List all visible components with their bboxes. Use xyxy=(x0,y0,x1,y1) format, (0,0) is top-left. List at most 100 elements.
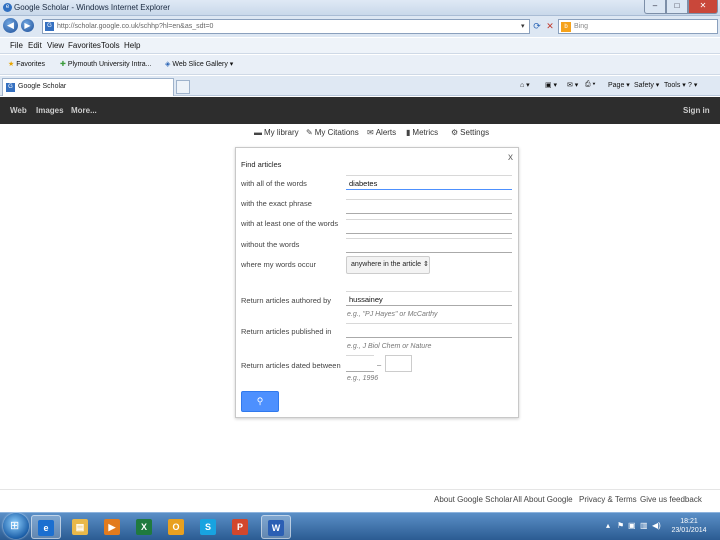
system-clock[interactable]: 18:21 23/01/2014 xyxy=(664,517,714,535)
select-arrows-icon: ⇕ xyxy=(423,261,429,268)
taskbar-word[interactable]: W xyxy=(261,515,291,539)
all-words-input[interactable]: diabetes xyxy=(346,175,512,190)
new-tab-button[interactable] xyxy=(176,80,190,94)
taskbar-excel[interactable]: X xyxy=(129,515,159,539)
without-words-label: without the words xyxy=(241,240,300,249)
exact-phrase-input[interactable] xyxy=(346,199,512,214)
nav-alerts[interactable]: ✉ Alerts xyxy=(367,128,396,137)
footer-about-scholar[interactable]: About Google Scholar xyxy=(434,495,512,504)
author-input[interactable]: hussainey xyxy=(346,291,512,306)
taskbar-media-player[interactable]: ▶ xyxy=(97,515,127,539)
taskbar-outlook[interactable]: O xyxy=(161,515,191,539)
close-icon[interactable]: x xyxy=(508,152,513,163)
google-bar: Web Images More... Sign in xyxy=(0,97,720,124)
footer-privacy-terms[interactable]: Privacy & Terms xyxy=(579,495,637,504)
tab-page-icon: G xyxy=(6,83,15,92)
nav-my-library[interactable]: ▬ My library xyxy=(254,128,299,137)
taskbar-file-explorer[interactable]: ▤ xyxy=(65,515,95,539)
all-words-value: diabetes xyxy=(349,179,378,188)
favorites-label: Favorites xyxy=(16,61,46,68)
nav-my-citations[interactable]: ✎ My Citations xyxy=(306,128,359,137)
windows-logo-icon: ⊞ xyxy=(10,520,20,532)
menu-edit[interactable]: Edit xyxy=(28,41,42,50)
nav-label: Settings xyxy=(460,128,490,137)
at-least-one-input[interactable] xyxy=(346,219,512,234)
taskbar-powerpoint[interactable]: P xyxy=(225,515,255,539)
search-placeholder: Bing xyxy=(574,23,589,30)
skype-icon: S xyxy=(200,519,216,535)
refresh-icon[interactable]: ⟳ xyxy=(530,19,544,34)
stop-icon[interactable]: ✕ xyxy=(543,19,557,34)
date-dash: – xyxy=(377,360,382,369)
mail-icon[interactable]: ✉ ▾ xyxy=(567,81,578,89)
excel-icon: X xyxy=(136,519,152,535)
feeds-icon[interactable]: ▣ ▾ xyxy=(545,81,557,89)
url-text: http://scholar.google.co.uk/schhp?hl=en&… xyxy=(57,23,214,30)
search-button[interactable]: ⚲ xyxy=(241,391,279,412)
gear-icon: ⚙ xyxy=(451,128,459,137)
folder-icon: ▬ xyxy=(254,128,262,137)
without-words-input[interactable] xyxy=(346,238,512,253)
web-slice-icon: ◈ xyxy=(165,61,171,68)
footer-about-google[interactable]: All About Google xyxy=(513,495,573,504)
menu-favorites[interactable]: Favorites xyxy=(68,41,101,50)
forward-button[interactable]: ▶ xyxy=(21,19,34,32)
menu-tools[interactable]: Tools xyxy=(101,41,120,50)
menu-view[interactable]: View xyxy=(47,41,64,50)
home-icon[interactable]: ⌂ ▾ xyxy=(520,81,530,89)
device-icon[interactable]: ▣ xyxy=(628,521,636,530)
sign-in-link[interactable]: Sign in xyxy=(683,106,710,115)
author-hint: e.g., "PJ Hayes" or McCarthy xyxy=(347,311,438,318)
nav-settings[interactable]: ⚙ Settings xyxy=(451,128,489,137)
favorite-link-plymouth[interactable]: ✚ Plymouth University Intra... xyxy=(60,60,151,68)
nav-label: My library xyxy=(264,128,299,137)
taskbar-internet-explorer[interactable]: e xyxy=(31,515,61,539)
date-from-input[interactable] xyxy=(346,355,374,372)
favorite-link-label: Plymouth University Intra... xyxy=(67,61,152,68)
pen-icon: ✎ xyxy=(306,128,313,137)
show-hidden-icons[interactable]: ▴ xyxy=(606,521,610,530)
favorites-button[interactable]: ★ Favorites xyxy=(8,60,45,68)
published-input[interactable] xyxy=(346,323,512,338)
network-icon[interactable]: ▥ xyxy=(640,521,648,530)
address-dropdown-icon[interactable]: ▾ xyxy=(521,22,525,30)
date-to-input[interactable] xyxy=(385,355,412,372)
dated-hint: e.g., 1996 xyxy=(347,375,379,382)
add-favorite-icon: ✚ xyxy=(60,61,66,68)
close-window-button[interactable]: ✕ xyxy=(688,0,718,14)
taskbar-skype[interactable]: S xyxy=(193,515,223,539)
google-link-more[interactable]: More... xyxy=(71,106,97,115)
maximize-button[interactable]: □ xyxy=(666,0,688,14)
bing-icon: b xyxy=(561,22,571,32)
bing-search-box[interactable]: b Bing xyxy=(558,19,718,34)
google-link-images[interactable]: Images xyxy=(36,106,64,115)
back-button[interactable]: ◀ xyxy=(3,18,18,33)
favorite-link-label: Web Slice Gallery ▾ xyxy=(172,61,234,68)
help-icon[interactable]: ? ▾ xyxy=(688,81,697,89)
favorite-link-webslice[interactable]: ◈ Web Slice Gallery ▾ xyxy=(165,60,233,68)
clock-date: 23/01/2014 xyxy=(671,527,707,534)
menu-file[interactable]: File xyxy=(10,41,23,50)
minimize-button[interactable]: – xyxy=(644,0,666,14)
nav-label: Alerts xyxy=(375,128,397,137)
internet-explorer-icon: e xyxy=(38,520,54,536)
safety-menu[interactable]: Safety ▾ xyxy=(634,81,659,89)
start-button[interactable]: ⊞ xyxy=(3,513,29,539)
google-link-web[interactable]: Web xyxy=(10,106,27,115)
tab-google-scholar[interactable]: G Google Scholar xyxy=(2,78,174,96)
author-label: Return articles authored by xyxy=(241,296,332,305)
word-icon: W xyxy=(268,520,284,536)
address-bar[interactable]: G http://scholar.google.co.uk/schhp?hl=e… xyxy=(42,19,530,34)
menu-help[interactable]: Help xyxy=(124,41,140,50)
search-icon: ⚲ xyxy=(256,396,264,406)
print-icon[interactable]: ⎙ ▾ xyxy=(585,81,596,89)
footer-feedback[interactable]: Give us feedback xyxy=(640,495,702,504)
nav-metrics[interactable]: ▮ Metrics xyxy=(406,128,438,137)
where-words-occur-select[interactable]: anywhere in the article ⇕ xyxy=(346,256,430,274)
page-menu[interactable]: Page ▾ xyxy=(608,81,630,89)
at-least-one-label: with at least one of the words xyxy=(241,219,339,228)
menu-bar: File Edit View Favorites Tools Help xyxy=(0,38,720,54)
tools-menu[interactable]: Tools ▾ xyxy=(664,81,686,89)
volume-icon[interactable]: ◀) xyxy=(652,521,661,530)
flag-icon[interactable]: ⚑ xyxy=(617,521,624,530)
